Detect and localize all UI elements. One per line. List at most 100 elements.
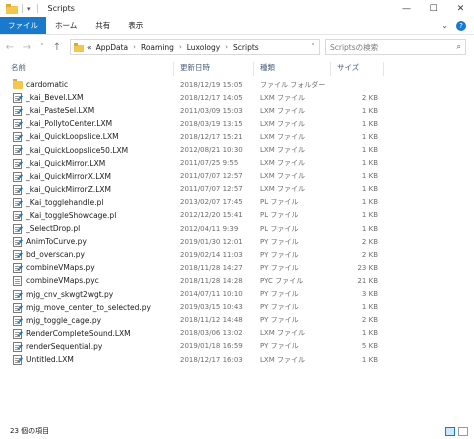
file-size: 1 KB	[361, 106, 378, 115]
file-row[interactable]: bd_overscan.py 2019/02/14 11:03 PY ファイル 2 K…	[0, 248, 474, 261]
script-file-icon	[13, 302, 23, 313]
file-type: LXM ファイル	[260, 146, 305, 155]
pen-icon	[17, 239, 23, 245]
folder-icon[interactable]	[6, 3, 18, 14]
column-divider[interactable]	[330, 62, 331, 76]
minimize-button[interactable]: —	[393, 0, 420, 17]
back-button[interactable]: ←	[3, 40, 17, 54]
file-row[interactable]: RenderCompleteSound.LXM 2018/03/06 13:02 L…	[0, 327, 474, 340]
pen-icon	[17, 265, 23, 271]
script-file-icon	[13, 341, 23, 352]
column-divider[interactable]	[383, 62, 384, 76]
window-controls: — ☐ ✕	[393, 0, 474, 17]
column-divider[interactable]	[253, 62, 254, 76]
file-row[interactable]: combineVMaps.pyc 2018/11/28 14:28 PYC ファイル…	[0, 274, 474, 287]
script-file-icon	[13, 224, 23, 235]
file-row[interactable]: _kai_PasteSel.LXM 2011/03/09 15:03 LXM ファイ…	[0, 104, 474, 117]
pen-icon	[17, 291, 23, 297]
file-row[interactable]: combineVMaps.py 2018/11/28 14:27 PY ファイル 23…	[0, 261, 474, 274]
file-date: 2014/07/11 10:10	[180, 290, 243, 299]
file-row[interactable]: Untitled.LXM 2018/12/17 16:03 LXM ファイル 1 KB	[0, 353, 474, 366]
file-type: LXM ファイル	[260, 119, 305, 128]
file-row[interactable]: _Kai_toggleShowcage.pl 2012/12/20 15:41 PL…	[0, 209, 474, 222]
file-list: cardomatic 2018/12/19 15:05 ファイル フォルダー _kai…	[0, 78, 474, 366]
address-dropdown-icon[interactable]: ˅	[307, 43, 319, 51]
script-file-icon	[13, 210, 23, 221]
file-row[interactable]: mjg_cnv_skwgt2wgt.py 2014/07/11 10:10 PY フ…	[0, 288, 474, 301]
maximize-button[interactable]: ☐	[420, 0, 447, 17]
tab-view[interactable]: 表示	[119, 17, 152, 34]
chevron-right-icon[interactable]: ›	[225, 43, 228, 51]
pen-icon	[17, 186, 23, 193]
file-row[interactable]: _kai_QuickMirror.LXM 2011/07/25 9:55 LXM フ…	[0, 157, 474, 170]
recent-locations-button[interactable]: ˅	[37, 40, 47, 54]
file-size: 2 KB	[361, 250, 378, 259]
file-date: 2019/01/18 16:59	[180, 342, 243, 351]
file-type: PY ファイル	[260, 263, 299, 272]
file-type: PY ファイル	[260, 250, 299, 259]
file-name: AnimToCurve.py	[26, 237, 87, 247]
file-row[interactable]: mjg_toggle_cage.py 2018/11/12 14:48 PY ファイ…	[0, 314, 474, 327]
file-row[interactable]: _kai_Bevel.LXM 2018/12/17 14:05 LXM ファイル 2 …	[0, 91, 474, 104]
pen-icon	[17, 134, 23, 140]
help-icon[interactable]: ?	[456, 20, 466, 31]
file-row[interactable]: renderSequential.py 2019/01/18 16:59 PY ファ…	[0, 340, 474, 353]
column-divider[interactable]	[173, 62, 174, 76]
file-row[interactable]: _Kai_togglehandle.pl 2013/02/07 17:45 PL フ…	[0, 196, 474, 209]
tab-share[interactable]: 共有	[86, 17, 119, 34]
breadcrumb-scripts[interactable]: Scripts	[233, 43, 259, 52]
file-row[interactable]: _kai_QuickLoopslice50.LXM 2012/08/21 10:3…	[0, 143, 474, 156]
search-box[interactable]: Scriptsの検索 ⌕	[325, 39, 466, 55]
file-row[interactable]: _SelectDrop.pl 2012/04/11 9:39 PL ファイル 1 KB	[0, 222, 474, 235]
file-row[interactable]: cardomatic 2018/12/19 15:05 ファイル フォルダー	[0, 78, 474, 91]
column-date[interactable]: 更新日時	[180, 62, 210, 73]
file-date: 2018/12/19 15:05	[180, 80, 243, 89]
breadcrumb-roaming[interactable]: Roaming	[141, 43, 174, 52]
column-type[interactable]: 種類	[260, 62, 275, 73]
file-row[interactable]: AnimToCurve.py 2019/01/30 12:01 PY ファイル 2 K…	[0, 235, 474, 248]
path-overflow[interactable]: «	[87, 43, 92, 52]
large-icons-view-button[interactable]	[458, 426, 468, 436]
file-row[interactable]: _kai_QuickMirrorZ.LXM 2011/07/07 12:57 LXM…	[0, 183, 474, 196]
tab-home[interactable]: ホーム	[46, 17, 86, 34]
file-type: LXM ファイル	[260, 172, 305, 181]
file-name: RenderCompleteSound.LXM	[26, 328, 131, 338]
column-name[interactable]: 名前	[11, 62, 26, 73]
file-name: _kai_PollytoCenter.LXM	[26, 119, 113, 129]
chevron-right-icon[interactable]: ›	[179, 43, 182, 51]
file-date: 2012/04/11 9:39	[180, 224, 239, 233]
chevron-right-icon[interactable]: ›	[133, 43, 136, 51]
titlebar-separator	[22, 4, 23, 13]
file-date: 2018/12/17 14:05	[180, 93, 243, 102]
column-size[interactable]: サイズ	[337, 62, 359, 73]
breadcrumb-luxology[interactable]: Luxology	[187, 43, 220, 52]
search-input[interactable]: Scriptsの検索	[330, 42, 378, 53]
file-type: LXM ファイル	[260, 185, 305, 194]
file-name: _kai_QuickMirrorX.LXM	[26, 171, 112, 181]
file-row[interactable]: _kai_QuickMirrorX.LXM 2011/07/07 12:57 LXM…	[0, 170, 474, 183]
file-name: _Kai_togglehandle.pl	[26, 197, 104, 207]
forward-button[interactable]: →	[20, 40, 34, 54]
expand-ribbon-icon[interactable]: ⌄	[441, 21, 448, 30]
file-type: LXM ファイル	[260, 355, 305, 364]
details-view-button[interactable]	[445, 426, 455, 436]
file-date: 2019/03/15 10:43	[180, 303, 243, 312]
search-icon[interactable]: ⌕	[457, 42, 461, 52]
file-size: 21 KB	[357, 276, 378, 285]
pen-icon	[17, 95, 23, 101]
file-row[interactable]: mjg_move_center_to_selected.py 2019/03/15…	[0, 301, 474, 314]
file-date: 2012/08/21 10:30	[180, 146, 243, 155]
script-file-icon	[13, 197, 23, 208]
file-name: _kai_QuickMirrorZ.LXM	[26, 184, 112, 194]
tab-file[interactable]: ファイル	[0, 17, 46, 34]
breadcrumb-appdata[interactable]: AppData	[96, 43, 129, 52]
up-button[interactable]: ↑	[50, 40, 64, 54]
folder-icon	[13, 79, 23, 89]
quick-access-dropdown-icon[interactable]: ▾	[27, 5, 31, 13]
address-bar[interactable]: « AppData › Roaming › Luxology › Scripts…	[70, 39, 320, 55]
file-date: 2018/12/17 15:21	[180, 132, 243, 141]
script-file-icon	[13, 145, 23, 156]
file-row[interactable]: _kai_PollytoCenter.LXM 2018/03/19 13:15 LX…	[0, 117, 474, 130]
close-button[interactable]: ✕	[447, 0, 474, 17]
file-row[interactable]: _kai_QuickLoopslice.LXM 2018/12/17 15:21 L…	[0, 130, 474, 143]
